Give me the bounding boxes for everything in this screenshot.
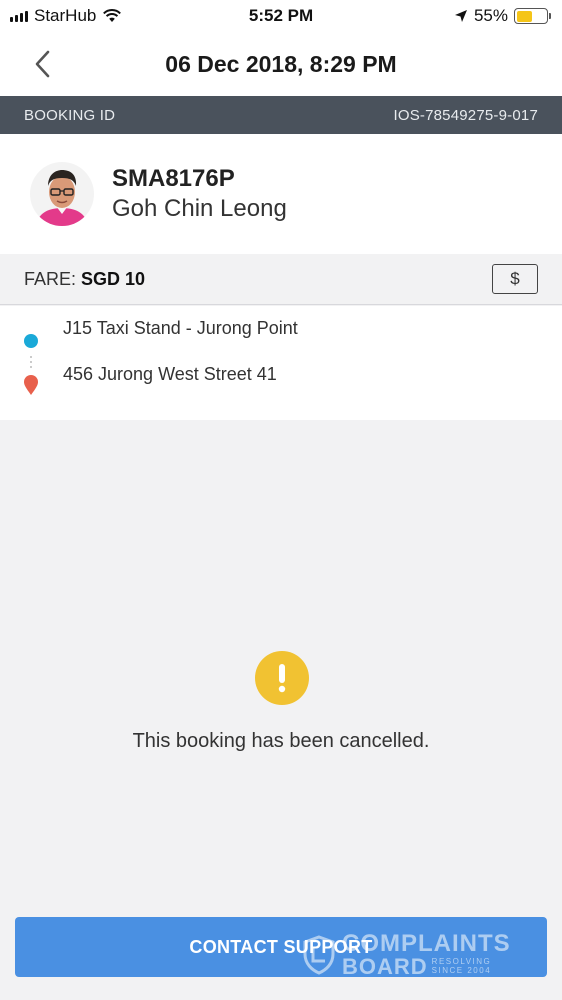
- location-arrow-icon: [454, 10, 467, 22]
- fare-section: FARE: SGD 10 $: [0, 254, 562, 305]
- route-dots: [30, 356, 32, 372]
- battery-icon: [514, 8, 551, 24]
- pickup-address: J15 Taxi Stand - Jurong Point: [63, 317, 298, 338]
- route-section: J15 Taxi Stand - Jurong Point 456 Jurong…: [0, 306, 562, 420]
- driver-avatar: [30, 162, 94, 226]
- fare-text: FARE: SGD 10: [24, 269, 145, 290]
- warning-icon: [255, 651, 309, 705]
- vehicle-plate: SMA8176P: [112, 165, 235, 192]
- dropoff-pin-icon: [24, 375, 38, 395]
- fare-value: SGD 10: [81, 268, 146, 289]
- status-bar-left: StarHub: [10, 6, 122, 26]
- contact-support-button[interactable]: CONTACT SUPPORT: [15, 917, 547, 977]
- booking-id-bar: BOOKING ID IOS-78549275-9-017: [0, 96, 562, 134]
- fare-label: FARE:: [24, 268, 77, 289]
- cancelled-message: This booking has been cancelled.: [132, 730, 430, 752]
- wifi-icon: [103, 9, 122, 22]
- signal-icon: [10, 10, 28, 22]
- carrier-name: StarHub: [34, 6, 97, 25]
- page-title: 06 Dec 2018, 8:29 PM: [165, 50, 397, 77]
- booking-id-label: BOOKING ID: [24, 106, 116, 124]
- status-bar: StarHub 5:52 PM 55%: [0, 0, 562, 32]
- pickup-dot-icon: [24, 334, 38, 348]
- back-button[interactable]: [28, 46, 56, 82]
- driver-section: SMA8176P Goh Chin Leong: [0, 134, 562, 254]
- driver-name: Goh Chin Leong: [112, 195, 287, 222]
- status-bar-right: 55%: [454, 6, 551, 26]
- driver-info: SMA8176P Goh Chin Leong: [112, 165, 287, 223]
- chevron-left-icon: [35, 50, 50, 78]
- cash-payment-icon: $: [492, 264, 538, 294]
- booking-id-value: IOS-78549275-9-017: [393, 106, 538, 124]
- dropoff-address: 456 Jurong West Street 41: [63, 363, 277, 384]
- battery-percent: 55%: [473, 6, 508, 25]
- battery-level: [516, 10, 533, 22]
- nav-header: 06 Dec 2018, 8:29 PM: [0, 32, 562, 96]
